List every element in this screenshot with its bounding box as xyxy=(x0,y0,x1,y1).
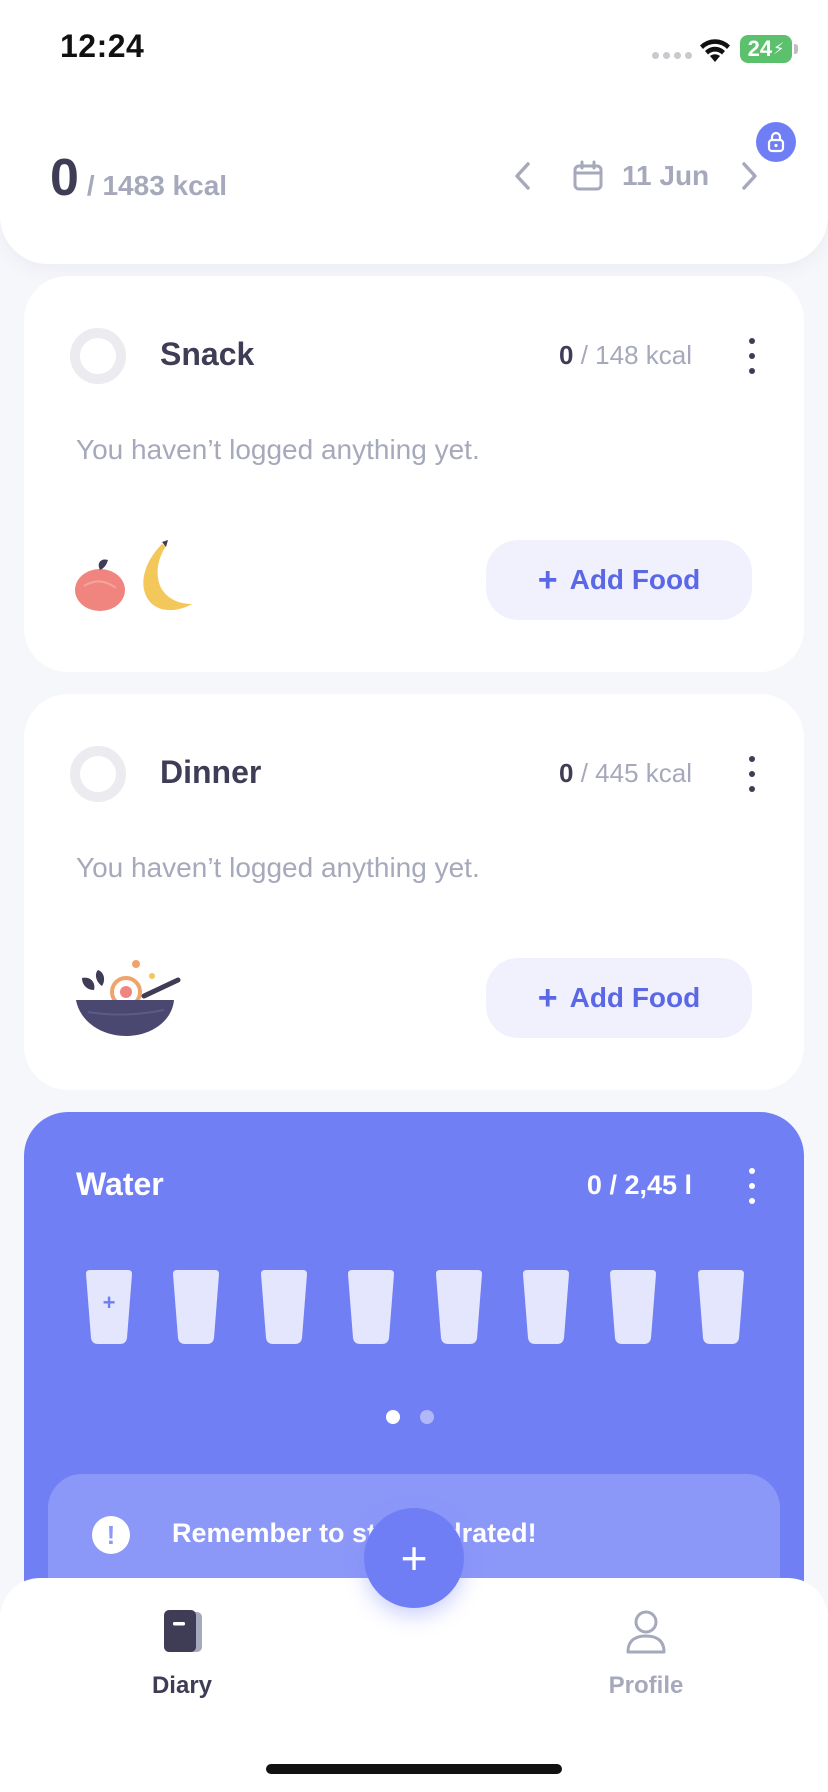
reminder-text: Remember to stay hydrated! xyxy=(172,1518,537,1548)
page-dot-2[interactable] xyxy=(420,1410,434,1424)
water-title: Water xyxy=(76,1166,164,1202)
add-food-button[interactable]: + Add Food xyxy=(486,958,752,1038)
water-glasses: + xyxy=(82,1268,754,1348)
plus-icon: + xyxy=(537,979,558,1017)
battery-tip xyxy=(794,44,798,54)
bowl-icon xyxy=(76,960,181,1036)
plus-icon: + xyxy=(537,561,558,599)
bottom-tab-bar: Diary Profile xyxy=(0,1578,828,1792)
more-options-icon[interactable] xyxy=(742,1168,762,1204)
plus-icon: + xyxy=(103,1290,116,1315)
chevron-right-icon[interactable] xyxy=(734,158,764,194)
water-glass[interactable] xyxy=(169,1268,223,1346)
premium-lock-button[interactable] xyxy=(756,122,796,162)
page-dot-1[interactable] xyxy=(386,1410,400,1424)
lock-icon xyxy=(767,131,785,153)
add-food-label: Add Food xyxy=(569,982,701,1013)
meal-complete-toggle[interactable] xyxy=(70,328,126,384)
calories-consumed: 0 xyxy=(50,149,79,207)
calendar-icon[interactable] xyxy=(572,160,604,192)
water-glass[interactable] xyxy=(257,1268,311,1346)
empty-state-text: You haven’t logged anything yet. xyxy=(76,434,480,465)
tab-label: Profile xyxy=(608,1672,684,1699)
quick-add-button[interactable]: + xyxy=(364,1508,464,1608)
tab-diary[interactable]: Diary xyxy=(102,1608,262,1718)
status-time: 12:24 xyxy=(60,28,145,64)
meal-title: Dinner xyxy=(160,754,262,790)
meal-title: Snack xyxy=(160,336,255,372)
home-indicator[interactable] xyxy=(266,1764,562,1774)
daily-calories: 0 / 1483 kcal xyxy=(50,148,227,208)
meal-card-dinner: Dinner 0 / 445 kcal You haven’t logged a… xyxy=(24,694,804,1090)
apple-banana-icon xyxy=(75,540,192,611)
tab-profile[interactable]: Profile xyxy=(566,1608,726,1718)
water-amount: 0 / 2,45 l xyxy=(586,1170,692,1200)
add-water-glass[interactable]: + xyxy=(82,1268,136,1346)
exclamation-icon: ! xyxy=(92,1516,130,1554)
water-glass[interactable] xyxy=(606,1268,660,1346)
page-indicator xyxy=(386,1410,434,1424)
selected-date[interactable]: 11 Jun xyxy=(622,160,709,192)
chevron-left-icon[interactable] xyxy=(508,158,538,194)
status-bar: 12:24 24 ⚡ xyxy=(0,0,828,100)
add-food-label: Add Food xyxy=(569,564,701,595)
water-glass[interactable] xyxy=(519,1268,573,1346)
more-options-icon[interactable] xyxy=(742,756,762,792)
diary-book-icon xyxy=(164,1610,202,1652)
tab-label: Diary xyxy=(151,1672,213,1699)
battery-indicator: 24 ⚡ xyxy=(740,35,792,63)
empty-state-text: You haven’t logged anything yet. xyxy=(76,852,480,883)
water-glass[interactable] xyxy=(694,1268,748,1346)
meal-card-snack: Snack 0 / 148 kcal You haven’t logged an… xyxy=(24,276,804,672)
meal-calories: 0 / 148 kcal xyxy=(559,340,692,370)
wifi-icon xyxy=(700,39,730,62)
water-glass[interactable] xyxy=(344,1268,398,1346)
person-icon xyxy=(626,1610,666,1654)
meal-calories: 0 / 445 kcal xyxy=(559,758,692,788)
meal-complete-toggle[interactable] xyxy=(70,746,126,802)
calories-goal: / 1483 kcal xyxy=(86,170,228,201)
more-options-icon[interactable] xyxy=(742,338,762,374)
cellular-signal-icon xyxy=(652,52,692,62)
daily-summary-header: 12:24 24 ⚡ 0 / 1483 kcal 11 Jun xyxy=(0,0,828,264)
water-glass[interactable] xyxy=(432,1268,486,1346)
add-food-button[interactable]: + Add Food xyxy=(486,540,752,620)
